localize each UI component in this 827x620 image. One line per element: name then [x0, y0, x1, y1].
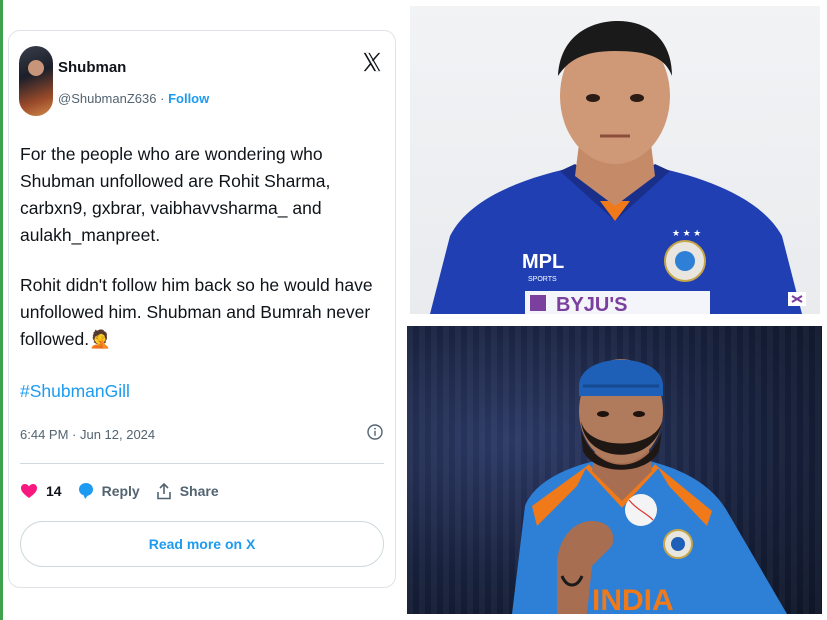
follow-button[interactable]: Follow [168, 91, 209, 106]
reply-button[interactable]: Reply [78, 482, 140, 500]
player-photo-bottom: INDIA [407, 326, 822, 614]
separator: · [160, 91, 165, 106]
jersey-sponsor-text: BYJU'S [556, 294, 627, 314]
hashtag-link[interactable]: #ShubmanGill [20, 381, 130, 402]
player-photo-top: ★ ★ ★ MPL SPORTS BYJU'S [410, 6, 820, 314]
avatar[interactable] [19, 46, 53, 116]
tweet-paragraph-2: Rohit didn't follow him back so he would… [20, 272, 388, 353]
action-bar: 14 Reply Share [20, 482, 235, 500]
tweet-text: For the people who are wondering who Shu… [20, 141, 388, 375]
share-button[interactable]: Share [156, 482, 219, 500]
divider [20, 463, 384, 464]
display-name[interactable]: Shubman [58, 59, 126, 76]
tweet-paragraph-1: For the people who are wondering who Shu… [20, 144, 331, 246]
handle-row: @ShubmanZ636 · Follow [58, 91, 209, 106]
jersey-mpl-text: MPL [522, 251, 564, 273]
heart-icon [21, 484, 37, 498]
reply-bubble-icon [78, 483, 93, 499]
like-button[interactable]: 14 [20, 483, 62, 499]
share-label: Share [179, 483, 219, 499]
svg-text:★ ★ ★: ★ ★ ★ [672, 228, 701, 238]
handle[interactable]: @ShubmanZ636 [58, 91, 156, 106]
player-illustration-bottom: INDIA [512, 359, 787, 614]
x-logo-icon[interactable] [361, 51, 383, 73]
left-accent-bar [0, 0, 3, 620]
timestamp[interactable]: 6:44 PM · Jun 12, 2024 [20, 427, 155, 442]
facepalm-emoji: 🤦 [89, 328, 111, 349]
jersey-sports-text: SPORTS [528, 276, 557, 283]
read-more-button[interactable]: Read more on X [20, 521, 384, 567]
tweet-paragraph-2-text: Rohit didn't follow him back so he would… [20, 274, 373, 349]
player-illustration-top: ★ ★ ★ MPL SPORTS BYJU'S [430, 21, 806, 314]
like-count: 14 [46, 483, 62, 499]
jersey-india-text: INDIA [592, 584, 674, 614]
reply-label: Reply [101, 483, 140, 499]
tweet-card: Shubman @ShubmanZ636 · Follow For the pe… [8, 30, 396, 588]
info-icon[interactable] [367, 424, 383, 440]
share-icon [156, 482, 171, 499]
